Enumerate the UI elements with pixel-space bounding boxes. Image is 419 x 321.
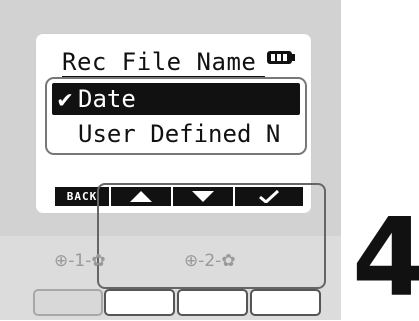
menu-item-label: Date [78,85,136,113]
step-number: 4 [352,196,419,321]
hardware-button-down[interactable] [177,289,248,316]
menu-item-label: User Defined N [78,120,281,148]
lcd-title: Rec File Name [62,48,257,76]
gain-knob-label-2: ⊕-2-✿ [184,251,236,271]
hardware-button-up[interactable] [104,289,175,316]
hardware-button-ok[interactable] [250,289,321,316]
menu-item-user-defined[interactable]: User Defined N [52,118,300,150]
menu-item-date[interactable]: ✔ Date [52,83,300,115]
gain-knob-label-1: ⊕-1-✿ [54,251,106,271]
battery-full-icon [267,51,295,64]
checkmark-icon: ✔ [57,85,73,113]
hardware-button-back[interactable] [33,289,103,316]
